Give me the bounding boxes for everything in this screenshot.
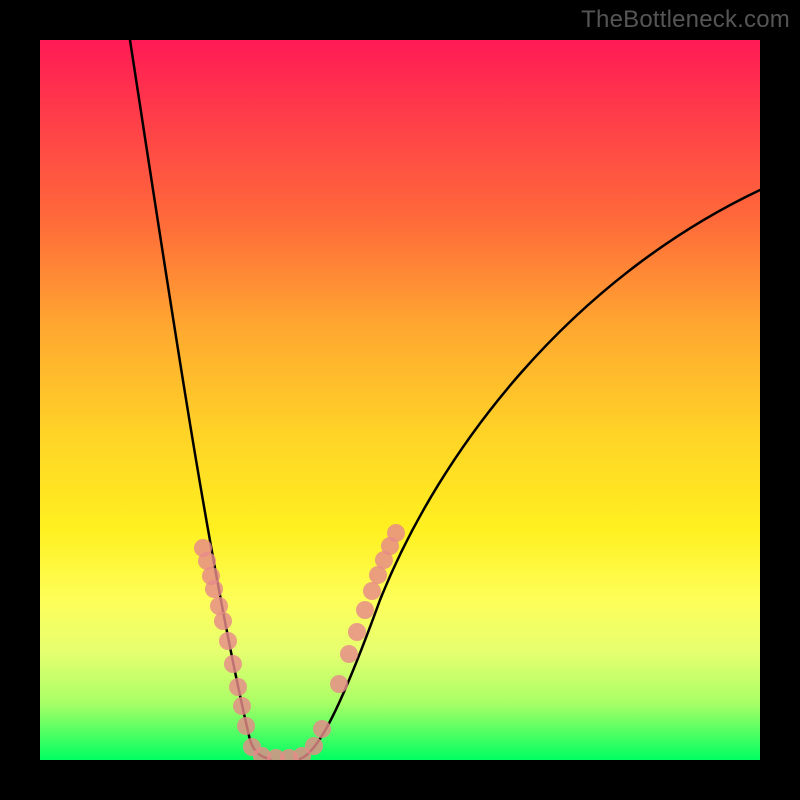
scatter-dot bbox=[214, 612, 232, 630]
plot-area bbox=[40, 40, 760, 760]
scatter-dot bbox=[237, 717, 255, 735]
scatter-dot bbox=[313, 720, 331, 738]
scatter-dot bbox=[224, 655, 242, 673]
scatter-dot bbox=[363, 582, 381, 600]
scatter-dot bbox=[356, 601, 374, 619]
scatter-dot bbox=[229, 678, 247, 696]
curve-canvas bbox=[40, 40, 760, 760]
watermark-label: TheBottleneck.com bbox=[581, 6, 790, 34]
chart-frame: TheBottleneck.com bbox=[0, 0, 800, 800]
scatter-dot bbox=[348, 623, 366, 641]
left-curve bbox=[130, 40, 270, 759]
scatter-dot bbox=[340, 645, 358, 663]
right-curve bbox=[300, 190, 760, 759]
scatter-dot bbox=[205, 580, 223, 598]
scatter-dot bbox=[330, 675, 348, 693]
scatter-dot bbox=[233, 697, 251, 715]
scatter-dot bbox=[387, 524, 405, 542]
scatter-dot bbox=[219, 632, 237, 650]
scatter-dot bbox=[305, 737, 323, 755]
scatter-group bbox=[194, 524, 405, 760]
